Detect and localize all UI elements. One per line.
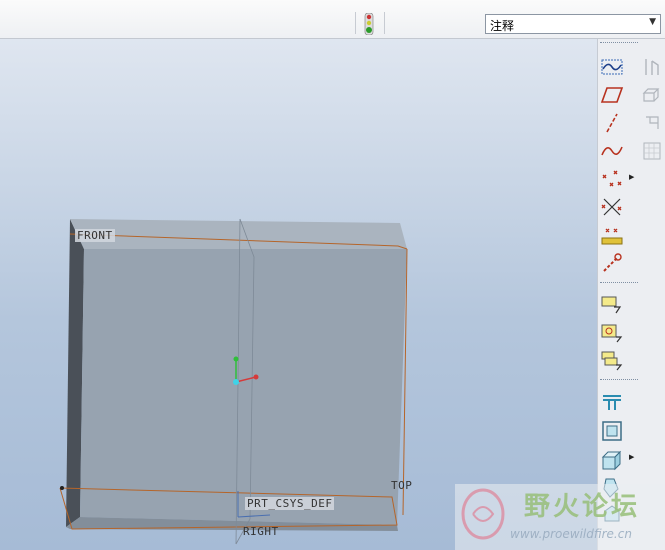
shell-icon[interactable] — [600, 419, 624, 443]
datum-axis-icon[interactable] — [600, 111, 624, 135]
pattern-icon[interactable] — [640, 139, 664, 163]
annotation-note-icon[interactable] — [600, 293, 624, 317]
offset-point-icon[interactable] — [600, 195, 624, 219]
annotation-feature-icon[interactable] — [600, 321, 624, 345]
traffic-light-icon[interactable] — [363, 13, 375, 35]
sketch-plane-icon[interactable] — [600, 83, 624, 107]
origin-dot — [233, 379, 239, 385]
tool-flyout-arrow-icon[interactable]: ▶ — [629, 173, 634, 181]
hole-icon[interactable] — [600, 391, 624, 415]
toolbar-separator — [355, 12, 356, 34]
datum-curve-icon[interactable] — [600, 139, 624, 163]
watermark-title: 野火论坛 — [524, 492, 641, 522]
tool-flyout-arrow-icon[interactable]: ▶ — [629, 453, 634, 461]
field-point-icon[interactable] — [600, 223, 624, 247]
annotation-set-icon[interactable] — [600, 349, 624, 373]
block-front-face[interactable] — [80, 249, 407, 525]
filter-dropdown[interactable]: 注释 ▼ — [485, 14, 661, 34]
x-axis-dot — [253, 374, 259, 380]
toolbar-separator — [384, 12, 385, 34]
toolbar-divider — [600, 379, 638, 381]
toolbar-divider — [600, 282, 638, 284]
datum-label-right[interactable]: RIGHT — [243, 525, 279, 538]
draft-icon[interactable] — [600, 447, 624, 471]
filter-dropdown-value: 注释 — [490, 19, 515, 33]
datum-label-front[interactable]: FRONT — [75, 229, 115, 242]
y-axis-dot — [233, 356, 239, 362]
toolbar-divider — [600, 42, 638, 44]
datum-label-csys[interactable]: PRT_CSYS_DEF — [245, 497, 335, 510]
mirror-icon[interactable] — [640, 55, 664, 79]
datum-plane-icon[interactable] — [600, 55, 624, 79]
watermark-url: www.proewildfire.cn — [510, 527, 632, 541]
right-toolbar: ▶ ▶ — [597, 39, 665, 550]
top-toolbar: 注释 ▼ — [0, 0, 665, 39]
datum-label-top[interactable]: TOP — [391, 479, 412, 492]
coordinate-system-icon[interactable] — [600, 251, 624, 275]
datum-point-icon[interactable] — [600, 167, 624, 191]
graphics-viewport[interactable]: FRONT TOP PRT_CSYS_DEF RIGHT — [0, 39, 597, 550]
csys-origin-dot — [60, 486, 64, 490]
extrude-icon[interactable] — [640, 83, 664, 107]
model-canvas[interactable] — [0, 39, 597, 550]
revolve-icon[interactable] — [640, 111, 664, 135]
chevron-down-icon[interactable]: ▼ — [649, 17, 656, 27]
